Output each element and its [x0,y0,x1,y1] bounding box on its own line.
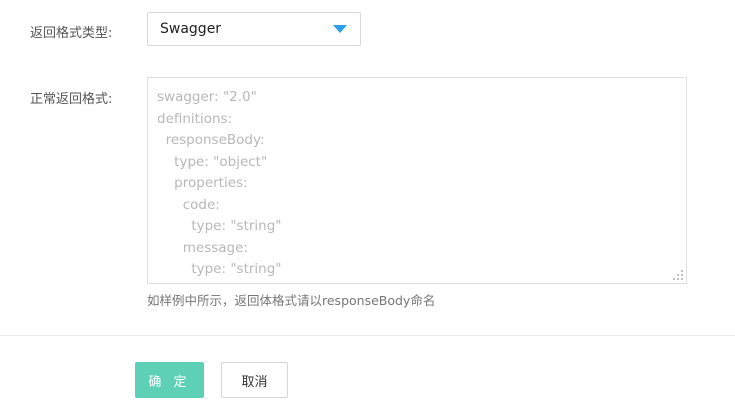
cancel-button[interactable]: 取消 [221,362,288,398]
placeholder-line: properties: [157,175,248,191]
format-type-select[interactable]: Swagger [147,12,361,46]
format-type-select-value: Swagger [160,21,222,37]
format-hint: 如样例中所示，返回体格式请以responseBody命名 [147,293,436,308]
confirm-button[interactable]: 确 定 [135,362,204,398]
placeholder-line: type: "object" [157,153,268,170]
placeholder-line: message: [157,239,248,256]
caret-down-icon [333,25,347,33]
form-page: 返回格式类型: Swagger 正常返回格式: swagger: "2.0" d… [0,0,735,416]
placeholder-line: definitions: [157,110,233,127]
placeholder-line: code: [157,196,220,213]
divider [0,335,735,336]
format-type-label: 返回格式类型: [30,26,113,41]
placeholder-line: responseBody: [157,132,265,148]
placeholder-line: swagger: "2.0" [157,89,257,105]
textarea-placeholder: swagger: "2.0" definitions: responseBody… [157,87,282,281]
normal-format-label: 正常返回格式: [30,92,113,107]
placeholder-line: type: "string" [157,218,282,234]
resize-handle-icon[interactable] [673,270,683,280]
placeholder-line: type: "string" [157,261,282,277]
normal-format-textarea[interactable]: swagger: "2.0" definitions: responseBody… [147,77,687,284]
